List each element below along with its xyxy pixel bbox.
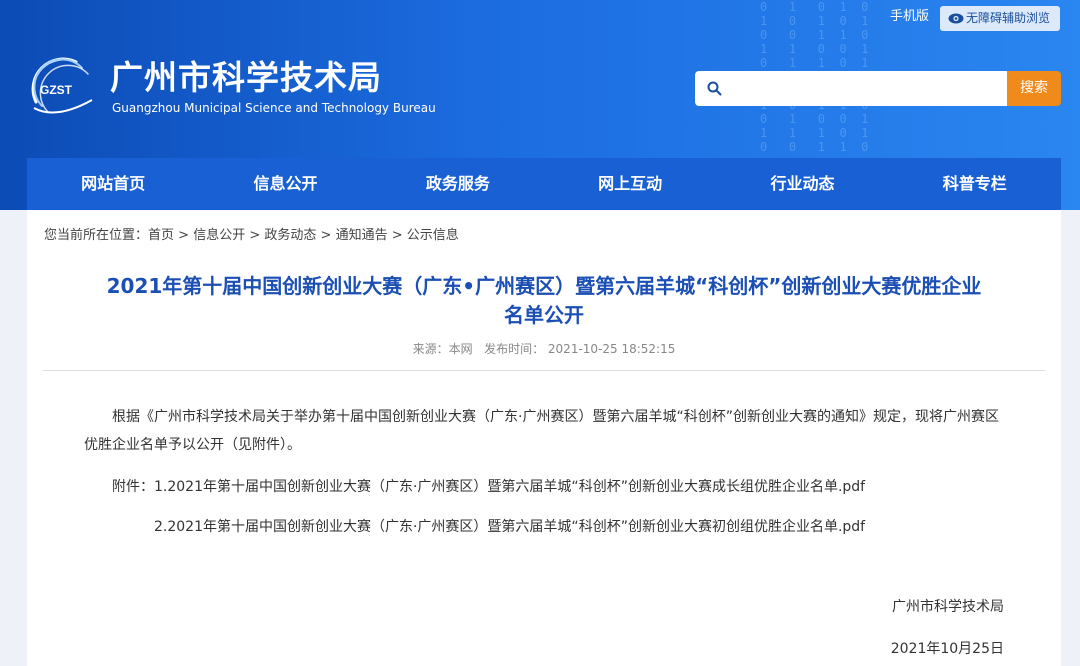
accessibility-button[interactable]: 无障碍辅助浏览 xyxy=(940,6,1060,31)
logo-text: GZST xyxy=(40,83,73,97)
breadcrumb-item-info-disclosure[interactable]: 信息公开 xyxy=(193,228,245,243)
article-date: 2021年10月25日 xyxy=(890,641,1004,657)
site-subtitle: Guangzhou Municipal Science and Technolo… xyxy=(112,101,436,115)
nav-item-home[interactable]: 网站首页 xyxy=(27,158,199,210)
nav-item-science-popularization[interactable]: 科普专栏 xyxy=(889,158,1061,210)
attachment-link[interactable]: 1.2021年第十届中国创新创业大赛（广东·广州赛区）暨第六届羊城“科创杯”创新… xyxy=(154,479,865,495)
search-box[interactable] xyxy=(695,71,1007,106)
search-icon xyxy=(707,81,722,96)
eye-icon xyxy=(948,13,964,24)
article-source: 来源：本网 xyxy=(412,342,473,356)
attachment-prefix: 附件： xyxy=(112,479,154,495)
breadcrumb-separator: > xyxy=(387,228,407,243)
breadcrumb-item-announcements[interactable]: 公示信息 xyxy=(407,228,459,243)
breadcrumb-item-notices[interactable]: 通知通告 xyxy=(336,228,388,243)
nav-item-info-disclosure[interactable]: 信息公开 xyxy=(199,158,371,210)
breadcrumb-prefix: 您当前所在位置： xyxy=(44,228,149,243)
breadcrumb: 您当前所在位置：首页 > 信息公开 > 政务动态 > 通知通告 > 公示信息 xyxy=(44,227,459,245)
body-paragraph-line: 优胜企业名单予以公开（见附件）。 xyxy=(84,437,301,453)
divider xyxy=(43,370,1045,371)
breadcrumb-item-gov-news[interactable]: 政务动态 xyxy=(264,228,316,243)
article-title-line: 名单公开 xyxy=(504,303,584,327)
search-input[interactable] xyxy=(731,77,995,101)
breadcrumb-separator: > xyxy=(245,228,265,243)
body-paragraph-line: 根据《广州市科学技术局关于举办第十届中国创新创业大赛（广东·广州赛区）暨第六届羊… xyxy=(112,409,999,425)
content-panel: 您当前所在位置：首页 > 信息公开 > 政务动态 > 通知通告 > 公示信息 2… xyxy=(27,210,1061,666)
attachment-link[interactable]: 2.2021年第十届中国创新创业大赛（广东·广州赛区）暨第六届羊城“科创杯”创新… xyxy=(154,518,865,536)
mobile-version-link[interactable]: 手机版 xyxy=(890,8,929,26)
gzst-logo-icon[interactable]: GZST xyxy=(26,52,98,122)
breadcrumb-item-home[interactable]: 首页 xyxy=(148,228,174,243)
nav-item-industry-news[interactable]: 行业动态 xyxy=(716,158,888,210)
nav-item-gov-services[interactable]: 政务服务 xyxy=(372,158,544,210)
article-meta: 来源：本网 发布时间： 2021-10-25 18:52:15 xyxy=(27,340,1061,358)
nav-item-online-interaction[interactable]: 网上互动 xyxy=(544,158,716,210)
article-title-line: 2021年第十届中国创新创业大赛（广东•广州赛区）暨第六届羊城“科创杯”创新创业… xyxy=(106,274,982,298)
breadcrumb-separator: > xyxy=(316,228,336,243)
article-title: 2021年第十届中国创新创业大赛（广东•广州赛区）暨第六届羊城“科创杯”创新创业… xyxy=(77,272,1011,330)
search-button[interactable]: 搜索 xyxy=(1007,71,1061,106)
attachment-row: 附件：1.2021年第十届中国创新创业大赛（广东·广州赛区）暨第六届羊城“科创杯… xyxy=(112,478,865,496)
article-signature: 广州市科学技术局 xyxy=(892,599,1004,615)
article-publish-time: 发布时间： 2021-10-25 18:52:15 xyxy=(484,342,676,356)
accessibility-label: 无障碍辅助浏览 xyxy=(966,11,1051,25)
breadcrumb-separator: > xyxy=(174,228,194,243)
main-nav: 网站首页 信息公开 政务服务 网上互动 行业动态 科普专栏 xyxy=(27,158,1061,210)
site-title[interactable]: 广州市科学技术局 xyxy=(110,58,382,98)
